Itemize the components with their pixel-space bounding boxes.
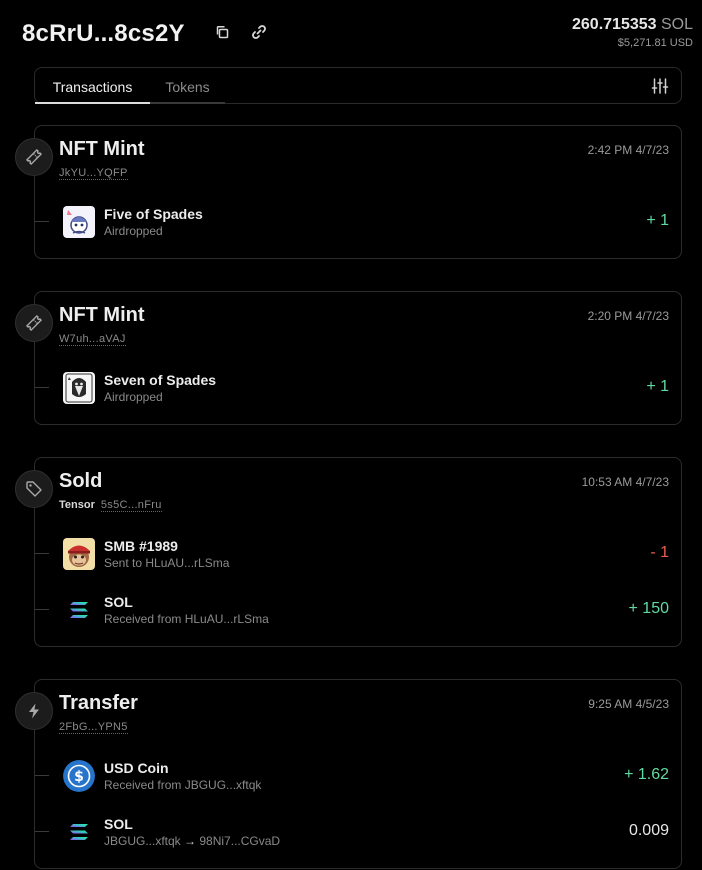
item-description: JBGUG...xftqk → 98Ni7...CGvaD xyxy=(104,834,280,848)
transaction-type: NFT Mint xyxy=(59,138,145,160)
transaction-signature[interactable]: JkYU...YQFP xyxy=(59,167,128,180)
tag-icon xyxy=(15,470,53,508)
item-name: SOL xyxy=(104,594,133,610)
wallet-balance: 260.715353 SOL $5,271.81 USD xyxy=(572,16,693,49)
usdc-icon: $ xyxy=(63,760,95,792)
item-name: SMB #1989 xyxy=(104,538,178,554)
item-amount: + 1 xyxy=(646,378,669,395)
monkey-nft-image xyxy=(63,538,95,570)
tab-bar: Transactions Tokens xyxy=(34,67,682,104)
transaction-meta: 2FbG...YPN5 xyxy=(59,721,128,734)
transaction-item[interactable]: SOL Received from HLuAU...rLSma + 150 xyxy=(35,588,681,632)
transaction-card[interactable]: NFT Mint JkYU...YQFP 2:42 PM 4/7/23 Five… xyxy=(15,125,682,259)
item-description-prefix: Sent to xyxy=(104,556,143,570)
item-description: Airdropped xyxy=(104,224,163,238)
tree-connector xyxy=(35,221,49,222)
item-amount: - 1 xyxy=(650,544,669,561)
tab-transactions[interactable]: Transactions xyxy=(35,68,150,104)
tree-connector xyxy=(35,831,49,832)
transaction-card[interactable]: Transfer 2FbG...YPN5 9:25 AM 4/5/23 $ US… xyxy=(15,679,682,869)
item-name: Five of Spades xyxy=(104,206,203,222)
ticket-icon xyxy=(15,304,53,342)
tree-connector xyxy=(35,387,49,388)
item-amount: + 1.62 xyxy=(624,766,669,783)
card-nft-image xyxy=(63,206,95,238)
tab-tokens[interactable]: Tokens xyxy=(150,68,225,104)
svg-text:$: $ xyxy=(74,769,84,785)
transaction-type: NFT Mint xyxy=(59,304,145,326)
transaction-time: 2:20 PM 4/7/23 xyxy=(587,309,669,323)
transaction-item[interactable]: Five of Spades Airdropped + 1 xyxy=(35,200,681,244)
item-amount: + 150 xyxy=(628,600,669,617)
transaction-time: 10:53 AM 4/7/23 xyxy=(581,475,669,489)
transaction-signature[interactable]: 2FbG...YPN5 xyxy=(59,721,128,734)
arrow-right-icon: → xyxy=(184,834,197,848)
solana-icon xyxy=(63,816,95,848)
item-description: Airdropped xyxy=(104,390,163,404)
address-link[interactable]: HLuAU...rLSma xyxy=(145,556,229,570)
transaction-signature[interactable]: W7uh...aVAJ xyxy=(59,333,126,346)
wallet-address: 8cRrU...8cs2Y xyxy=(22,20,185,47)
transaction-item[interactable]: SOL JBGUG...xftqk → 98Ni7...CGvaD 0.009 xyxy=(35,810,681,854)
transaction-card[interactable]: Sold Tensor 5s5C...nFru 10:53 AM 4/7/23 S… xyxy=(15,457,682,647)
transaction-signature[interactable]: 5s5C...nFru xyxy=(100,499,162,512)
wallet-header: 8cRrU...8cs2Y 260.715353 SOL $5,271.81 U… xyxy=(0,0,702,60)
item-description: Sent to HLuAU...rLSma xyxy=(104,556,229,570)
transaction-item[interactable]: SMB #1989 Sent to HLuAU...rLSma - 1 xyxy=(35,532,681,576)
usd-balance: $5,271.81 USD xyxy=(617,37,693,49)
item-description: Received from HLuAU...rLSma xyxy=(104,612,269,626)
tree-connector xyxy=(35,775,49,776)
ticket-icon xyxy=(15,138,53,176)
address-link[interactable]: JBGUG...xftqk xyxy=(185,778,262,792)
transaction-time: 9:25 AM 4/5/23 xyxy=(588,697,669,711)
to-address-link[interactable]: 98Ni7...CGvaD xyxy=(199,834,280,848)
transaction-time: 2:42 PM 4/7/23 xyxy=(587,143,669,157)
sol-balance: 260.715353 SOL xyxy=(572,16,693,34)
address-link[interactable]: HLuAU...rLSma xyxy=(185,612,269,626)
item-description-prefix: Received from xyxy=(104,778,182,792)
transaction-meta: Tensor 5s5C...nFru xyxy=(59,499,162,512)
from-address-link[interactable]: JBGUG...xftqk xyxy=(104,834,181,848)
item-amount: + 1 xyxy=(646,212,669,229)
marketplace-name: Tensor xyxy=(59,499,95,511)
item-name: Seven of Spades xyxy=(104,372,217,388)
solana-icon xyxy=(63,594,95,626)
filter-sliders-icon[interactable] xyxy=(651,77,669,95)
link-icon[interactable] xyxy=(249,22,269,42)
item-description-prefix: Received from xyxy=(104,612,182,626)
sol-balance-unit: SOL xyxy=(660,16,693,33)
transaction-type: Transfer xyxy=(59,692,138,714)
copy-icon[interactable] xyxy=(212,22,232,42)
card-nft-image xyxy=(63,372,95,404)
tree-connector xyxy=(35,609,49,610)
transaction-item[interactable]: $ USD Coin Received from JBGUG...xftqk +… xyxy=(35,754,681,798)
transaction-meta: JkYU...YQFP xyxy=(59,167,128,180)
item-name: SOL xyxy=(104,816,133,832)
sol-balance-amount: 260.715353 xyxy=(572,16,657,33)
lightning-icon xyxy=(15,692,53,730)
transaction-type: Sold xyxy=(59,470,103,492)
transaction-item[interactable]: Seven of Spades Airdropped + 1 xyxy=(35,366,681,410)
transaction-meta: W7uh...aVAJ xyxy=(59,333,126,346)
item-amount: 0.009 xyxy=(628,822,669,839)
transaction-card[interactable]: NFT Mint W7uh...aVAJ 2:20 PM 4/7/23 Seve… xyxy=(15,291,682,425)
item-name: USD Coin xyxy=(104,760,169,776)
item-description: Received from JBGUG...xftqk xyxy=(104,778,261,792)
tree-connector xyxy=(35,553,49,554)
